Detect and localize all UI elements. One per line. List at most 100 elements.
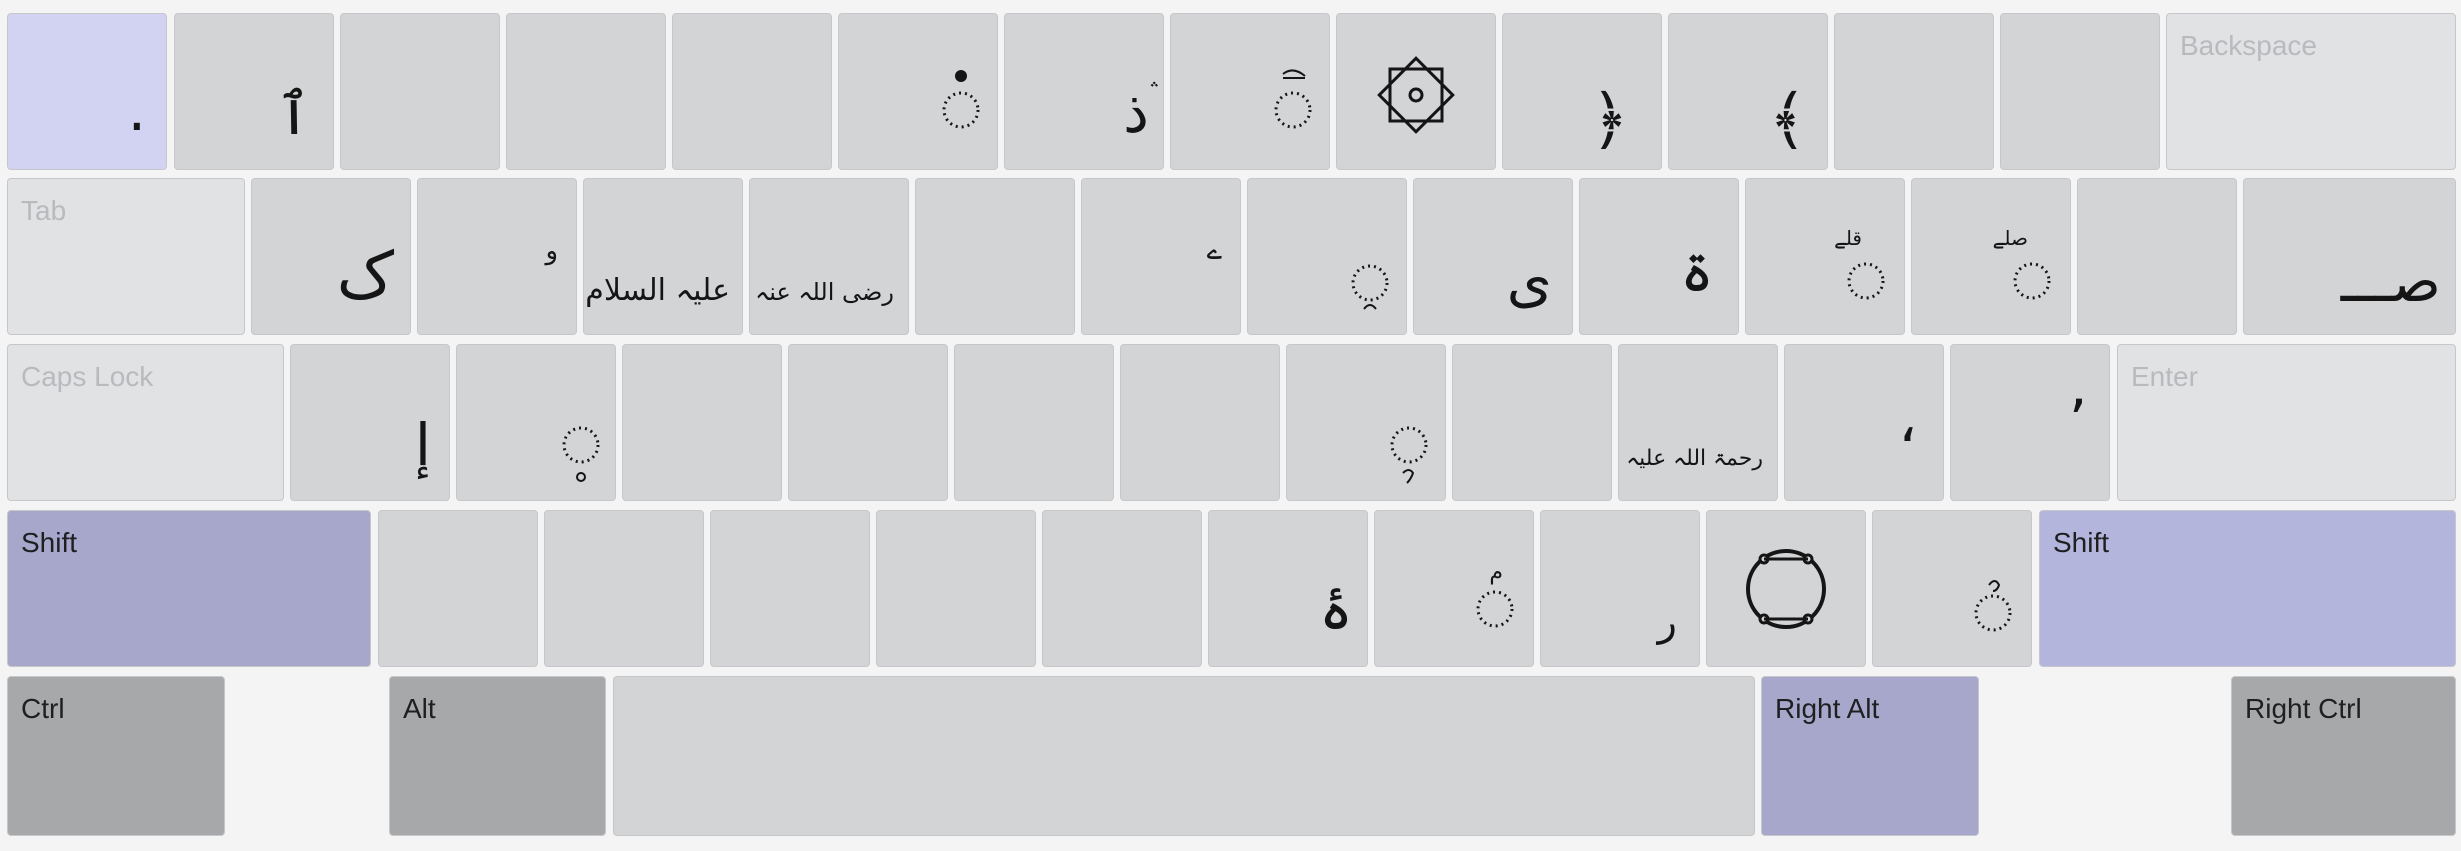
key-r3-9-glyph: رحمۃ اللہ علیہ [1626,446,1763,471]
caps-lock-key[interactable]: Caps Lock [7,344,284,501]
key-r1-9-glyph: ﴿ [1590,81,1629,158]
alt-label: Alt [403,693,436,724]
key-r4-7-mark: م [1489,560,1503,585]
key-r1-1-glyph: ٱ [277,80,311,148]
caps-lock-label: Caps Lock [21,361,154,392]
key-r4-7[interactable]: م [1374,510,1534,667]
key-r2-11[interactable]: صلے [1911,178,2071,335]
key-r2-10[interactable]: قلے [1745,178,1905,335]
right-alt-key[interactable]: Right Alt [1761,676,1979,836]
key-r1-10[interactable]: ﴾ [1668,13,1828,170]
dotted-circle-icon [1390,426,1428,484]
key-r2-2-glyph: و [545,236,558,266]
key-r1-5[interactable] [838,13,998,170]
spacebar-key[interactable] [613,676,1755,836]
key-r2-1-glyph: ک [336,239,394,313]
key-r1-0[interactable]: . [7,13,167,170]
rub-el-hizb-icon [1377,55,1455,134]
key-r3-10[interactable]: ، [1784,344,1944,501]
key-r4-3[interactable] [710,510,870,667]
key-r1-11[interactable] [1834,13,1994,170]
key-r3-10-glyph: ، [1898,387,1917,455]
key-r3-7[interactable] [1286,344,1446,501]
key-r2-5[interactable] [915,178,1075,335]
key-r1-0-glyph: . [127,76,146,144]
key-r4-6-glyph: ۂ [1319,575,1353,643]
enter-key[interactable]: Enter [2117,344,2456,501]
key-r2-3-glyph: علیہ السلام [585,273,730,308]
dotted-circle-icon [942,70,980,129]
key-r2-2[interactable]: و [417,178,577,335]
key-r2-12[interactable] [2077,178,2237,335]
key-r3-1-glyph: إ [414,411,431,479]
alt-key[interactable]: Alt [389,676,606,836]
right-ctrl-label: Right Ctrl [2245,693,2362,724]
key-r4-8-glyph: ر [1657,599,1677,645]
key-r3-9[interactable]: رحمۃ اللہ علیہ [1618,344,1778,501]
key-r3-4[interactable] [788,344,948,501]
key-r2-9-glyph: ۃ [1680,237,1714,305]
key-r2-9[interactable]: ۃ [1579,178,1739,335]
key-r1-12[interactable] [2000,13,2160,170]
key-r2-3[interactable]: علیہ السلام [583,178,743,335]
dotted-circle-icon [1847,262,1885,300]
key-r4-8[interactable]: ر [1540,510,1700,667]
dotted-circle-icon [1476,590,1514,628]
backspace-key[interactable]: Backspace [2166,13,2456,170]
key-r1-9[interactable]: ﴿ [1502,13,1662,170]
dotted-circle-icon [1974,580,2012,632]
key-r3-3[interactable] [622,344,782,501]
key-r2-13-glyph: صـــ [2340,247,2441,315]
dotted-circle-icon [2013,262,2051,300]
key-r4-5[interactable] [1042,510,1202,667]
key-r1-7[interactable] [1170,13,1330,170]
dotted-circle-icon [1351,264,1389,310]
shift-left-key[interactable]: Shift [7,510,371,667]
key-r2-1[interactable]: ک [251,178,411,335]
key-r3-6[interactable] [1120,344,1280,501]
tab-key[interactable]: Tab [7,178,245,335]
key-r4-10[interactable] [1872,510,2032,667]
key-r3-1[interactable]: إ [290,344,450,501]
key-r4-9[interactable] [1706,510,1866,667]
key-r2-13[interactable]: صـــ [2243,178,2456,335]
key-r2-8-glyph: ی [1506,247,1552,315]
ctrl-left-label: Ctrl [21,693,65,724]
key-r4-6[interactable]: ۂ [1208,510,1368,667]
key-r3-11-glyph: ’ [2068,387,2087,455]
key-r3-11[interactable]: ’ [1950,344,2110,501]
key-r1-6[interactable]: ۛذ [1004,13,1164,170]
right-ctrl-key[interactable]: Right Ctrl [2231,676,2456,836]
key-r4-4[interactable] [876,510,1036,667]
key-r1-8[interactable] [1336,13,1496,170]
key-r2-4[interactable]: رضی اللہ عنہ [749,178,909,335]
key-r4-2[interactable] [544,510,704,667]
key-r2-4-glyph: رضی اللہ عنہ [755,278,894,306]
key-r2-6[interactable]: ے [1081,178,1241,335]
ctrl-left-key[interactable]: Ctrl [7,676,225,836]
tab-label: Tab [21,195,67,226]
dotted-circle-icon [1274,69,1312,129]
key-r1-10-glyph: ﴾ [1768,81,1807,158]
ornate-circle-icon [1746,548,1826,629]
key-r1-3[interactable] [506,13,666,170]
key-r2-10-glyph: قلے [1834,226,1862,250]
shift-right-label: Shift [2053,527,2110,558]
key-r4-1[interactable] [378,510,538,667]
key-r3-2[interactable] [456,344,616,501]
key-r2-7[interactable] [1247,178,1407,335]
key-r3-5[interactable] [954,344,1114,501]
key-r2-6-glyph: ے [1206,236,1222,266]
shift-left-label: Shift [21,527,78,558]
key-r3-8[interactable] [1452,344,1612,501]
key-r1-2[interactable] [340,13,500,170]
key-r2-8[interactable]: ی [1413,178,1573,335]
key-r1-4[interactable] [672,13,832,170]
key-r1-1[interactable]: ٱ [174,13,334,170]
keyboard-layout: . ٱ ۛذ ﴿ ﴾ Backspace Tab ک و علیہ السلام… [0,0,2461,851]
key-r2-11-glyph: صلے [1992,226,2028,250]
enter-label: Enter [2131,361,2198,392]
shift-right-key[interactable]: Shift [2039,510,2456,667]
dotted-circle-icon [562,426,600,482]
backspace-label: Backspace [2180,30,2317,61]
